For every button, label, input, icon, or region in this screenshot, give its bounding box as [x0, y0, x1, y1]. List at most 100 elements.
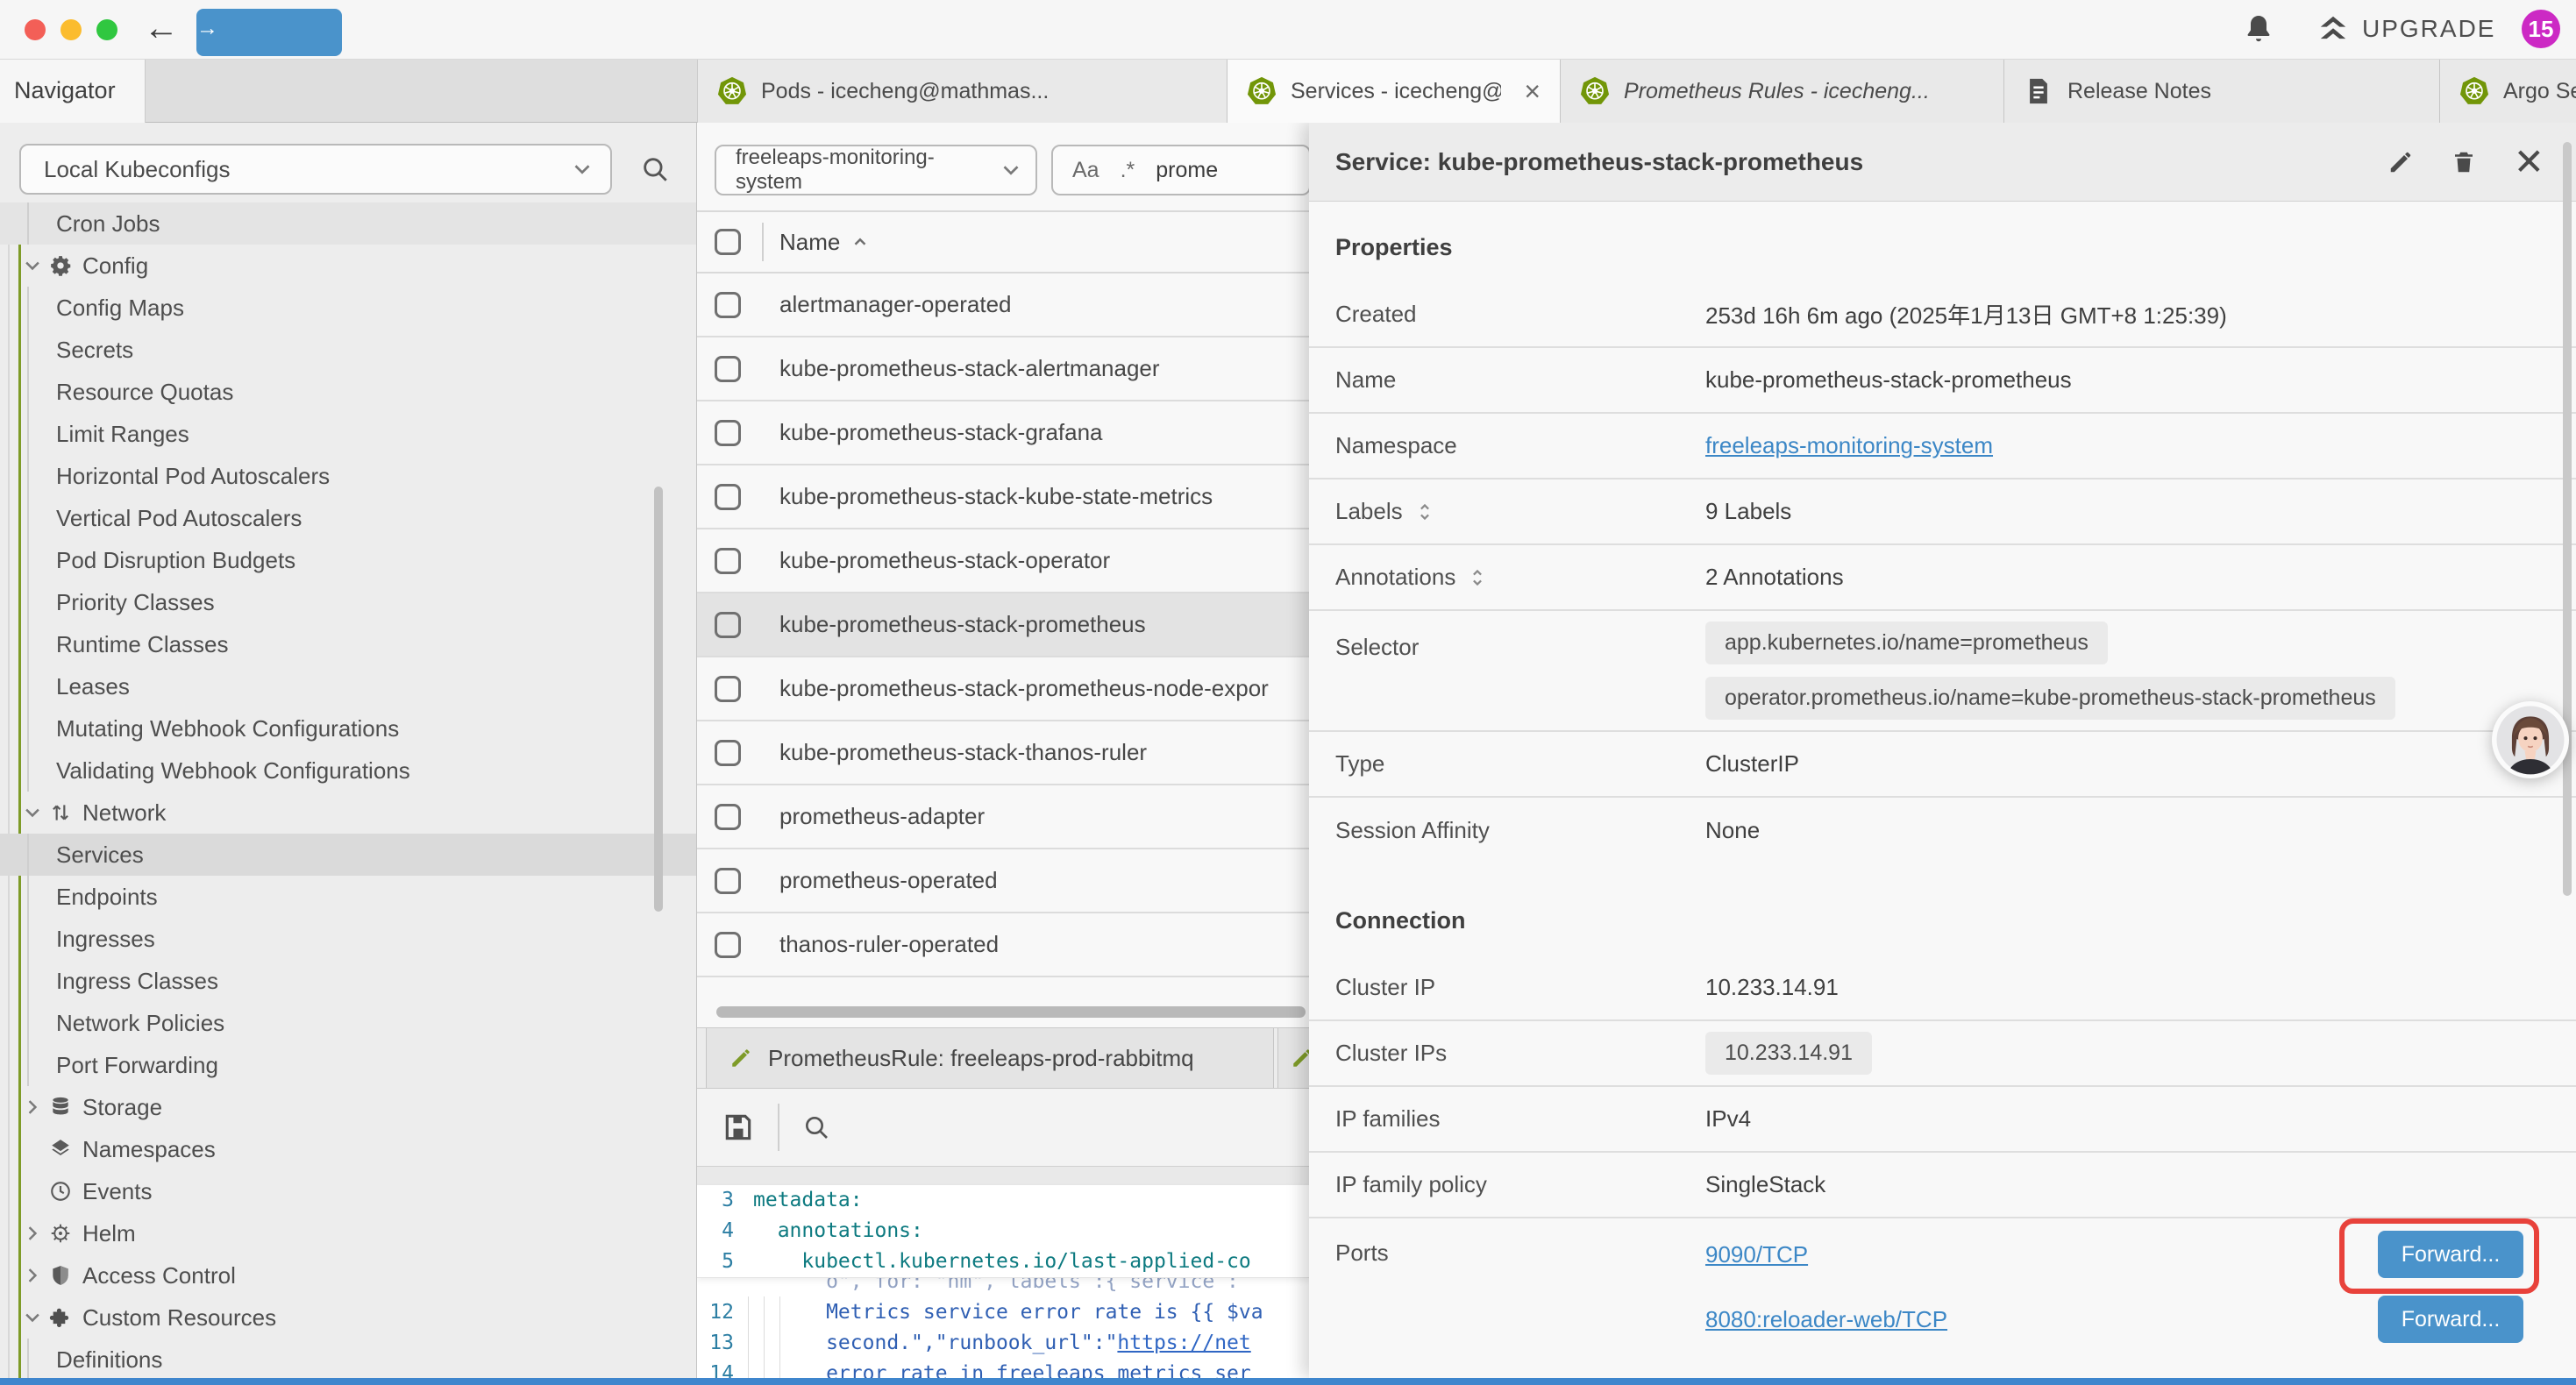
tab-pods-icecheng-mathmas[interactable]: Pods - icecheng@mathmas...: [698, 60, 1228, 123]
sidebar-scrollbar[interactable]: [654, 487, 663, 912]
sidebar-item-horizontal-pod-autoscalers[interactable]: Horizontal Pod Autoscalers: [0, 455, 696, 497]
row-checkbox[interactable]: [715, 740, 741, 766]
tab-close-icon[interactable]: ×: [1515, 75, 1541, 108]
sidebar-item-ingresses[interactable]: Ingresses: [0, 918, 696, 960]
sort-icon[interactable]: [1415, 502, 1434, 522]
list-search-input[interactable]: Aa .* prome: [1051, 145, 1311, 195]
tab-prometheus-rules-icecheng[interactable]: Prometheus Rules - icecheng...: [1561, 60, 2004, 123]
editor-search-icon[interactable]: [802, 1113, 830, 1141]
row-checkbox[interactable]: [715, 420, 741, 446]
row-checkbox[interactable]: [715, 292, 741, 318]
chevron-down-icon[interactable]: [23, 256, 42, 275]
table-row-kube-prometheus-stack-prometheus[interactable]: kube-prometheus-stack-prometheus: [697, 593, 1311, 657]
edit-resource-icon[interactable]: [2387, 149, 2414, 175]
sort-icon[interactable]: [1468, 568, 1487, 587]
row-checkbox[interactable]: [715, 932, 741, 958]
maximize-window-button[interactable]: [96, 19, 117, 40]
sidebar-group-storage[interactable]: Storage: [0, 1086, 696, 1128]
notifications-bell-icon[interactable]: [2243, 13, 2274, 45]
tab-argo-se[interactable]: Argo Se: [2440, 60, 2576, 123]
close-panel-icon[interactable]: ✕: [2514, 149, 2544, 175]
sidebar-item-config-maps[interactable]: Config Maps: [0, 287, 696, 329]
table-row-prometheus-operated[interactable]: prometheus-operated: [697, 849, 1311, 913]
select-all-checkbox[interactable]: [715, 229, 741, 255]
sidebar-item-vertical-pod-autoscalers[interactable]: Vertical Pod Autoscalers: [0, 497, 696, 539]
table-row-kube-prometheus-stack-prometheus-node-expor[interactable]: kube-prometheus-stack-prometheus-node-ex…: [697, 657, 1311, 721]
back-button[interactable]: ←: [144, 9, 179, 47]
sidebar-item-network-policies[interactable]: Network Policies: [0, 1002, 696, 1044]
sidebar-item-resource-quotas[interactable]: Resource Quotas: [0, 371, 696, 413]
yaml-editor[interactable]: 3metadata:4 annotations:5 kubectl.kubern…: [697, 1185, 1311, 1378]
row-checkbox[interactable]: [715, 868, 741, 894]
row-checkbox[interactable]: [715, 804, 741, 830]
sidebar-item-pod-disruption-budgets[interactable]: Pod Disruption Budgets: [0, 539, 696, 581]
code-link[interactable]: https://net: [1117, 1332, 1250, 1354]
horizontal-scrollbar[interactable]: [716, 1006, 1306, 1018]
sidebar-item-port-forwarding[interactable]: Port Forwarding: [0, 1044, 696, 1086]
row-checkbox[interactable]: [715, 484, 741, 510]
sidebar-group-network[interactable]: Network: [0, 792, 696, 834]
sidebar-group-namespaces[interactable]: Namespaces: [0, 1128, 696, 1170]
chevron-down-icon[interactable]: [23, 1308, 42, 1327]
save-icon[interactable]: [722, 1111, 755, 1144]
tab-release-notes[interactable]: Release Notes: [2004, 60, 2440, 123]
row-checkbox[interactable]: [715, 676, 741, 702]
assistant-avatar[interactable]: [2492, 701, 2569, 778]
sidebar-group-access-control[interactable]: Access Control: [0, 1254, 696, 1296]
port-link[interactable]: 8080:reloader-web/TCP: [1705, 1306, 1947, 1333]
sidebar-item-validating-webhook-configurations[interactable]: Validating Webhook Configurations: [0, 749, 696, 792]
chevron-down-icon[interactable]: [23, 803, 42, 822]
close-window-button[interactable]: [25, 19, 46, 40]
minimize-window-button[interactable]: [60, 19, 82, 40]
table-row-kube-prometheus-stack-alertmanager[interactable]: kube-prometheus-stack-alertmanager: [697, 337, 1311, 401]
port-link[interactable]: 9090/TCP: [1705, 1241, 1808, 1268]
chevron-right-icon[interactable]: [23, 1266, 42, 1285]
sidebar-item-definitions[interactable]: Definitions: [0, 1339, 696, 1378]
row-checkbox[interactable]: [715, 612, 741, 638]
notification-count-badge[interactable]: 15: [2522, 10, 2560, 48]
table-row-alertmanager-operated[interactable]: alertmanager-operated: [697, 273, 1311, 337]
namespace-select[interactable]: freeleaps-monitoring-system: [715, 145, 1037, 195]
regex-toggle[interactable]: .*: [1121, 158, 1135, 183]
sidebar-group-helm[interactable]: Helm: [0, 1212, 696, 1254]
chevron-right-icon[interactable]: [23, 1097, 42, 1117]
sidebar-item-endpoints[interactable]: Endpoints: [0, 876, 696, 918]
sidebar-item-cron-jobs[interactable]: Cron Jobs: [0, 202, 696, 245]
sidebar-item-services[interactable]: Services: [0, 834, 696, 876]
namespace-link[interactable]: freeleaps-monitoring-system: [1705, 432, 1993, 459]
upgrade-button[interactable]: UPGRADE: [2316, 12, 2495, 46]
sidebar-item-secrets[interactable]: Secrets: [0, 329, 696, 371]
table-row-kube-prometheus-stack-operator[interactable]: kube-prometheus-stack-operator: [697, 529, 1311, 593]
column-header-name[interactable]: Name: [779, 229, 870, 256]
sidebar-item-limit-ranges[interactable]: Limit Ranges: [0, 413, 696, 455]
property-label: Type: [1335, 750, 1705, 778]
detail-scrollbar[interactable]: [2563, 142, 2572, 896]
sidebar-item-runtime-classes[interactable]: Runtime Classes: [0, 623, 696, 665]
kubeconfig-select[interactable]: Local Kubeconfigs: [19, 144, 612, 195]
row-checkbox[interactable]: [715, 356, 741, 382]
sidebar-item-mutating-webhook-configurations[interactable]: Mutating Webhook Configurations: [0, 707, 696, 749]
forward-button[interactable]: Forward...: [2378, 1231, 2523, 1278]
sidebar-item-ingress-classes[interactable]: Ingress Classes: [0, 960, 696, 1002]
forward-button[interactable]: →: [196, 9, 342, 56]
editor-tab-prometheusrule[interactable]: PrometheusRule: freeleaps-prod-rabbitmq: [706, 1028, 1274, 1088]
case-sensitive-toggle[interactable]: Aa: [1072, 158, 1099, 183]
table-row-kube-prometheus-stack-thanos-ruler[interactable]: kube-prometheus-stack-thanos-ruler: [697, 721, 1311, 785]
tab-services-icecheng-math[interactable]: Services - icecheng@math...×: [1228, 60, 1561, 123]
sidebar-search-icon[interactable]: [640, 154, 670, 184]
forward-button[interactable]: Forward...: [2378, 1296, 2523, 1343]
table-row-prometheus-adapter[interactable]: prometheus-adapter: [697, 785, 1311, 849]
chevron-right-icon[interactable]: [23, 1224, 42, 1243]
navigator-panel-tab[interactable]: Navigator: [0, 60, 146, 123]
table-row-kube-prometheus-stack-grafana[interactable]: kube-prometheus-stack-grafana: [697, 401, 1311, 465]
delete-resource-icon[interactable]: [2451, 149, 2477, 175]
row-checkbox[interactable]: [715, 548, 741, 574]
sidebar-group-config[interactable]: Config: [0, 245, 696, 287]
sidebar-group-events[interactable]: Events: [0, 1170, 696, 1212]
sidebar-group-custom-resources[interactable]: Custom Resources: [0, 1296, 696, 1339]
table-row-thanos-ruler-operated[interactable]: thanos-ruler-operated: [697, 913, 1311, 977]
sidebar-item-priority-classes[interactable]: Priority Classes: [0, 581, 696, 623]
editor-tab-partial[interactable]: [1277, 1028, 1311, 1088]
table-row-kube-prometheus-stack-kube-state-metrics[interactable]: kube-prometheus-stack-kube-state-metrics: [697, 465, 1311, 529]
sidebar-item-leases[interactable]: Leases: [0, 665, 696, 707]
